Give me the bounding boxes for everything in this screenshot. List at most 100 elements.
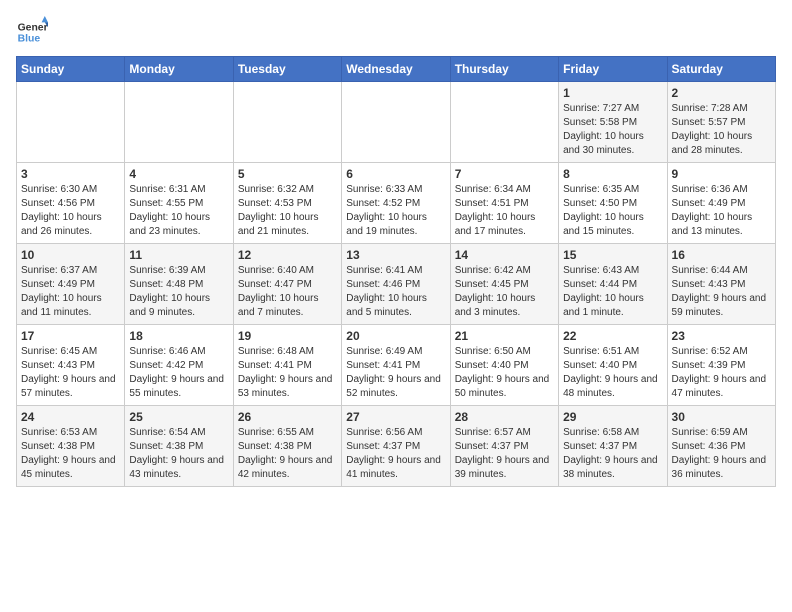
day-info: Sunrise: 7:27 AM Sunset: 5:58 PM Dayligh… — [563, 102, 662, 158]
weekday-header: Tuesday — [233, 57, 341, 82]
day-number: 11 — [129, 248, 228, 262]
day-info: Sunrise: 6:32 AM Sunset: 4:53 PM Dayligh… — [238, 183, 337, 239]
day-info: Sunrise: 6:42 AM Sunset: 4:45 PM Dayligh… — [455, 264, 554, 320]
day-number: 18 — [129, 329, 228, 343]
day-number: 8 — [563, 167, 662, 181]
calendar-cell: 2 Sunrise: 7:28 AM Sunset: 5:57 PM Daylig… — [667, 82, 775, 163]
day-info: Sunrise: 6:35 AM Sunset: 4:50 PM Dayligh… — [563, 183, 662, 239]
day-info: Sunrise: 6:46 AM Sunset: 4:42 PM Dayligh… — [129, 345, 228, 401]
day-number: 19 — [238, 329, 337, 343]
calendar-cell: 21 Sunrise: 6:50 AM Sunset: 4:40 PM Dayli… — [450, 325, 558, 406]
calendar-cell: 19 Sunrise: 6:48 AM Sunset: 4:41 PM Dayli… — [233, 325, 341, 406]
day-number: 2 — [672, 86, 771, 100]
day-number: 21 — [455, 329, 554, 343]
calendar-cell: 11 Sunrise: 6:39 AM Sunset: 4:48 PM Dayli… — [125, 244, 233, 325]
day-info: Sunrise: 6:51 AM Sunset: 4:40 PM Dayligh… — [563, 345, 662, 401]
day-info: Sunrise: 6:41 AM Sunset: 4:46 PM Dayligh… — [346, 264, 445, 320]
calendar-cell: 15 Sunrise: 6:43 AM Sunset: 4:44 PM Dayli… — [559, 244, 667, 325]
day-number: 29 — [563, 410, 662, 424]
calendar-cell: 1 Sunrise: 7:27 AM Sunset: 5:58 PM Daylig… — [559, 82, 667, 163]
day-number: 13 — [346, 248, 445, 262]
calendar-cell: 26 Sunrise: 6:55 AM Sunset: 4:38 PM Dayli… — [233, 406, 341, 487]
calendar-cell — [125, 82, 233, 163]
day-info: Sunrise: 6:59 AM Sunset: 4:36 PM Dayligh… — [672, 426, 771, 482]
calendar-cell: 17 Sunrise: 6:45 AM Sunset: 4:43 PM Dayli… — [17, 325, 125, 406]
weekday-header: Saturday — [667, 57, 775, 82]
calendar-cell: 20 Sunrise: 6:49 AM Sunset: 4:41 PM Dayli… — [342, 325, 450, 406]
calendar-cell: 9 Sunrise: 6:36 AM Sunset: 4:49 PM Daylig… — [667, 163, 775, 244]
calendar-cell: 25 Sunrise: 6:54 AM Sunset: 4:38 PM Dayli… — [125, 406, 233, 487]
day-number: 26 — [238, 410, 337, 424]
calendar-cell: 29Sunrise: 6:58 AM Sunset: 4:37 PM Dayli… — [559, 406, 667, 487]
calendar-cell: 4 Sunrise: 6:31 AM Sunset: 4:55 PM Daylig… — [125, 163, 233, 244]
weekday-header: Wednesday — [342, 57, 450, 82]
day-info: Sunrise: 6:36 AM Sunset: 4:49 PM Dayligh… — [672, 183, 771, 239]
calendar-week-row: 3 Sunrise: 6:30 AM Sunset: 4:56 PM Daylig… — [17, 163, 776, 244]
day-info: Sunrise: 6:54 AM Sunset: 4:38 PM Dayligh… — [129, 426, 228, 482]
day-info: Sunrise: 6:52 AM Sunset: 4:39 PM Dayligh… — [672, 345, 771, 401]
day-info: Sunrise: 6:37 AM Sunset: 4:49 PM Dayligh… — [21, 264, 120, 320]
day-number: 4 — [129, 167, 228, 181]
day-info: Sunrise: 6:30 AM Sunset: 4:56 PM Dayligh… — [21, 183, 120, 239]
calendar-cell: 18 Sunrise: 6:46 AM Sunset: 4:42 PM Dayli… — [125, 325, 233, 406]
calendar-week-row: 24Sunrise: 6:53 AM Sunset: 4:38 PM Dayli… — [17, 406, 776, 487]
day-number: 23 — [672, 329, 771, 343]
day-number: 25 — [129, 410, 228, 424]
calendar-cell: 24Sunrise: 6:53 AM Sunset: 4:38 PM Dayli… — [17, 406, 125, 487]
day-info: Sunrise: 6:48 AM Sunset: 4:41 PM Dayligh… — [238, 345, 337, 401]
day-number: 12 — [238, 248, 337, 262]
day-info: Sunrise: 6:31 AM Sunset: 4:55 PM Dayligh… — [129, 183, 228, 239]
calendar-cell: 23 Sunrise: 6:52 AM Sunset: 4:39 PM Dayli… — [667, 325, 775, 406]
day-number: 17 — [21, 329, 120, 343]
calendar-cell: 13 Sunrise: 6:41 AM Sunset: 4:46 PM Dayli… — [342, 244, 450, 325]
day-info: Sunrise: 6:49 AM Sunset: 4:41 PM Dayligh… — [346, 345, 445, 401]
calendar-cell — [233, 82, 341, 163]
day-info: Sunrise: 6:44 AM Sunset: 4:43 PM Dayligh… — [672, 264, 771, 320]
calendar-cell: 3 Sunrise: 6:30 AM Sunset: 4:56 PM Daylig… — [17, 163, 125, 244]
day-number: 15 — [563, 248, 662, 262]
calendar-cell — [450, 82, 558, 163]
day-number: 20 — [346, 329, 445, 343]
weekday-header: Sunday — [17, 57, 125, 82]
day-number: 1 — [563, 86, 662, 100]
calendar-cell: 7 Sunrise: 6:34 AM Sunset: 4:51 PM Daylig… — [450, 163, 558, 244]
calendar-week-row: 17 Sunrise: 6:45 AM Sunset: 4:43 PM Dayli… — [17, 325, 776, 406]
calendar-header-row: SundayMondayTuesdayWednesdayThursdayFrid… — [17, 57, 776, 82]
day-number: 3 — [21, 167, 120, 181]
day-info: Sunrise: 6:39 AM Sunset: 4:48 PM Dayligh… — [129, 264, 228, 320]
day-number: 7 — [455, 167, 554, 181]
calendar-cell: 27Sunrise: 6:56 AM Sunset: 4:37 PM Dayli… — [342, 406, 450, 487]
calendar-cell: 28 Sunrise: 6:57 AM Sunset: 4:37 PM Dayli… — [450, 406, 558, 487]
calendar-cell — [17, 82, 125, 163]
day-info: Sunrise: 6:43 AM Sunset: 4:44 PM Dayligh… — [563, 264, 662, 320]
calendar-cell: 12 Sunrise: 6:40 AM Sunset: 4:47 PM Dayli… — [233, 244, 341, 325]
day-number: 28 — [455, 410, 554, 424]
calendar-cell: 8 Sunrise: 6:35 AM Sunset: 4:50 PM Daylig… — [559, 163, 667, 244]
calendar-week-row: 10 Sunrise: 6:37 AM Sunset: 4:49 PM Dayli… — [17, 244, 776, 325]
calendar-cell: 5 Sunrise: 6:32 AM Sunset: 4:53 PM Daylig… — [233, 163, 341, 244]
day-number: 10 — [21, 248, 120, 262]
calendar-cell — [342, 82, 450, 163]
calendar-week-row: 1 Sunrise: 7:27 AM Sunset: 5:58 PM Daylig… — [17, 82, 776, 163]
day-info: Sunrise: 6:40 AM Sunset: 4:47 PM Dayligh… — [238, 264, 337, 320]
day-info: Sunrise: 6:57 AM Sunset: 4:37 PM Dayligh… — [455, 426, 554, 482]
svg-text:Blue: Blue — [18, 34, 41, 45]
day-info: Sunrise: 6:56 AM Sunset: 4:37 PM Dayligh… — [346, 426, 445, 482]
day-info: Sunrise: 7:28 AM Sunset: 5:57 PM Dayligh… — [672, 102, 771, 158]
day-info: Sunrise: 6:50 AM Sunset: 4:40 PM Dayligh… — [455, 345, 554, 401]
day-number: 9 — [672, 167, 771, 181]
day-number: 6 — [346, 167, 445, 181]
svg-text:General: General — [18, 22, 48, 33]
day-info: Sunrise: 6:34 AM Sunset: 4:51 PM Dayligh… — [455, 183, 554, 239]
day-info: Sunrise: 6:53 AM Sunset: 4:38 PM Dayligh… — [21, 426, 120, 482]
page-header: General Blue — [16, 16, 776, 48]
day-info: Sunrise: 6:33 AM Sunset: 4:52 PM Dayligh… — [346, 183, 445, 239]
calendar-cell: 22Sunrise: 6:51 AM Sunset: 4:40 PM Dayli… — [559, 325, 667, 406]
day-number: 16 — [672, 248, 771, 262]
day-number: 30 — [672, 410, 771, 424]
logo: General Blue — [16, 16, 52, 48]
calendar-cell: 6 Sunrise: 6:33 AM Sunset: 4:52 PM Daylig… — [342, 163, 450, 244]
day-info: Sunrise: 6:45 AM Sunset: 4:43 PM Dayligh… — [21, 345, 120, 401]
day-number: 5 — [238, 167, 337, 181]
day-info: Sunrise: 6:55 AM Sunset: 4:38 PM Dayligh… — [238, 426, 337, 482]
